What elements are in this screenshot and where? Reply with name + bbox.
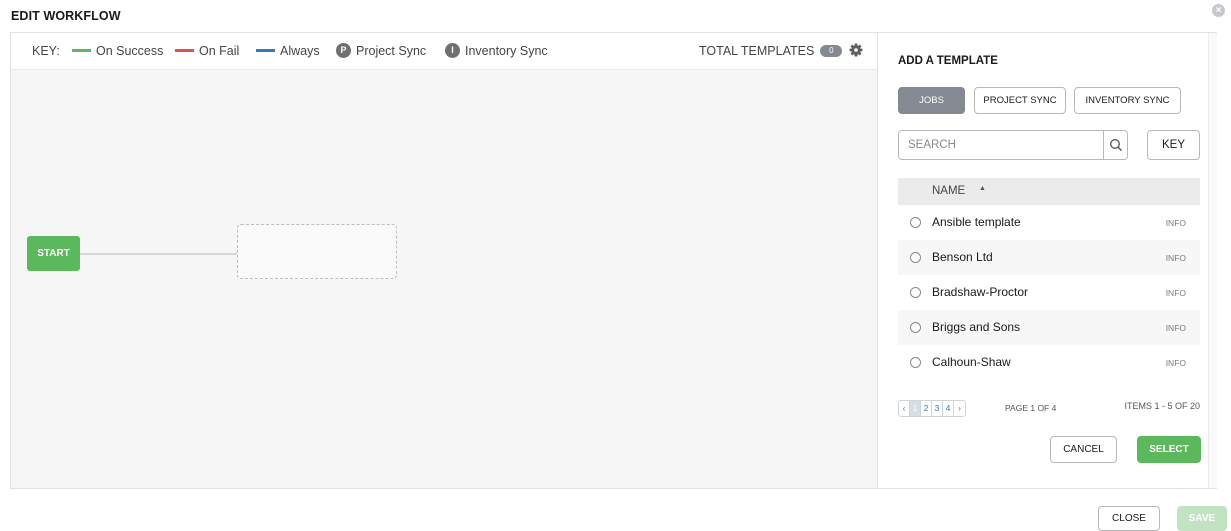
table-header: NAME ▲ [898, 178, 1200, 205]
search-button[interactable] [1103, 131, 1127, 159]
pagination: ‹ 1 2 3 4 › [898, 400, 966, 417]
search-box [898, 130, 1128, 160]
radio-button[interactable] [910, 287, 921, 298]
radio-button[interactable] [910, 357, 921, 368]
key-always: Always [256, 44, 320, 58]
row-name: Ansible template [932, 215, 1021, 229]
green-line-icon [72, 49, 91, 53]
key-project-sync: P Project Sync [336, 43, 427, 59]
page-3-button[interactable]: 3 [932, 401, 943, 416]
placeholder-node[interactable] [237, 224, 397, 279]
panel-title: ADD A TEMPLATE [898, 55, 998, 67]
tab-jobs[interactable]: JOBS [898, 87, 965, 114]
page-1-button[interactable]: 1 [910, 401, 921, 416]
info-link[interactable]: INFO [1166, 218, 1186, 228]
page-4-button[interactable]: 4 [943, 401, 954, 416]
table-row[interactable]: Briggs and Sons INFO [898, 310, 1200, 345]
total-templates-count-badge: 0 [820, 44, 843, 57]
red-line-icon [175, 49, 194, 53]
template-list: Ansible template INFO Benson Ltd INFO Br… [898, 205, 1200, 380]
tab-project-sync[interactable]: PROJECT SYNC [974, 87, 1066, 114]
key-always-label: Always [280, 44, 320, 58]
save-button[interactable]: SAVE [1177, 506, 1227, 531]
key-on-fail-label: On Fail [199, 44, 240, 58]
row-name: Calhoun-Shaw [932, 355, 1011, 369]
radio-button[interactable] [910, 217, 921, 228]
items-info: ITEMS 1 - 5 OF 20 [1124, 401, 1200, 411]
blue-line-icon [256, 49, 275, 53]
key-on-success: On Success [72, 44, 163, 58]
info-link[interactable]: INFO [1166, 253, 1186, 263]
key-label: KEY: [32, 44, 60, 58]
radio-button[interactable] [910, 322, 921, 333]
workflow-graph-panel: KEY: On Success On Fail Always P Project … [11, 33, 877, 488]
next-page-button[interactable]: › [954, 401, 965, 416]
key-inventory-sync-label: Inventory Sync [465, 44, 548, 58]
page-2-button[interactable]: 2 [921, 401, 932, 416]
cancel-button[interactable]: CANCEL [1050, 436, 1117, 463]
select-button[interactable]: SELECT [1137, 436, 1201, 463]
column-name-header[interactable]: NAME [932, 185, 965, 197]
workflow-canvas[interactable]: START [11, 70, 877, 488]
key-on-fail: On Fail [175, 44, 239, 58]
info-link[interactable]: INFO [1166, 358, 1186, 368]
key-project-sync-label: Project Sync [356, 44, 427, 58]
table-row[interactable]: Calhoun-Shaw INFO [898, 345, 1200, 380]
total-templates-label: TOTAL TEMPLATES [699, 44, 815, 58]
prev-page-button[interactable]: ‹ [899, 401, 910, 416]
key-inventory-sync: I Inventory Sync [445, 43, 548, 59]
sort-ascending-icon[interactable]: ▲ [979, 185, 986, 192]
inventory-sync-icon: I [445, 43, 460, 59]
page-info: PAGE 1 OF 4 [1005, 403, 1057, 413]
gear-icon[interactable] [848, 42, 864, 58]
row-name: Briggs and Sons [932, 320, 1021, 334]
scrollbar[interactable] [1208, 33, 1217, 488]
close-button[interactable]: CLOSE [1098, 506, 1160, 531]
start-node[interactable]: START [27, 236, 80, 271]
info-link[interactable]: INFO [1166, 323, 1186, 333]
node-connector [80, 253, 237, 255]
row-name: Bradshaw-Proctor [932, 285, 1029, 299]
modal-title: EDIT WORKFLOW [11, 9, 121, 23]
project-sync-icon: P [336, 43, 351, 59]
search-input[interactable] [899, 131, 1105, 159]
workflow-editor: KEY: On Success On Fail Always P Project … [10, 32, 1217, 489]
radio-button[interactable] [910, 252, 921, 263]
row-name: Benson Ltd [932, 250, 993, 264]
info-link[interactable]: INFO [1166, 288, 1186, 298]
close-modal-icon[interactable]: × [1212, 4, 1225, 17]
table-row[interactable]: Ansible template INFO [898, 205, 1200, 240]
table-row[interactable]: Benson Ltd INFO [898, 240, 1200, 275]
key-on-success-label: On Success [96, 44, 164, 58]
add-template-panel: ADD A TEMPLATE JOBS PROJECT SYNC INVENTO… [877, 33, 1217, 488]
total-templates: TOTAL TEMPLATES 0 [699, 44, 843, 58]
key-button[interactable]: KEY [1147, 130, 1200, 160]
key-bar: KEY: On Success On Fail Always P Project … [11, 33, 877, 70]
table-row[interactable]: Bradshaw-Proctor INFO [898, 275, 1200, 310]
tab-inventory-sync[interactable]: INVENTORY SYNC [1074, 87, 1181, 114]
search-icon [1110, 139, 1122, 151]
